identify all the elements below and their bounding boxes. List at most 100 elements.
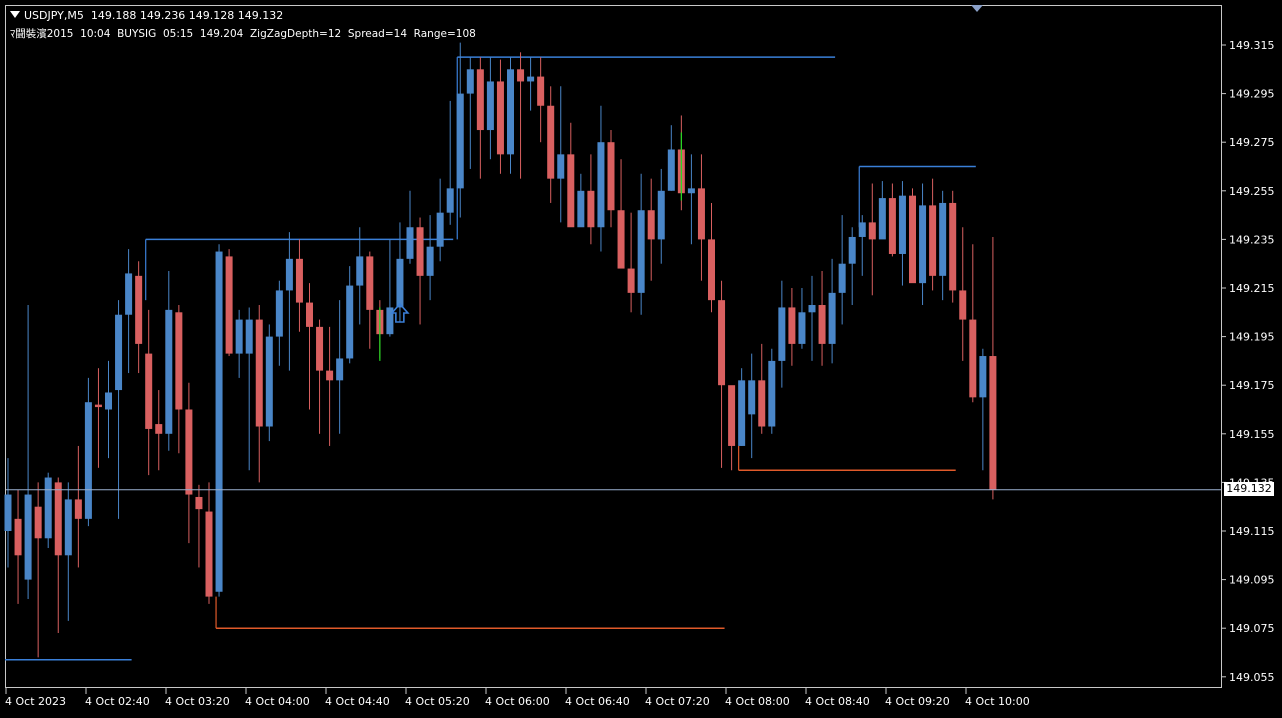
candle <box>818 270 826 366</box>
candle-body <box>527 76 535 82</box>
candle-body <box>798 312 806 344</box>
candle <box>105 360 112 459</box>
candle-body <box>265 336 273 427</box>
candle-body <box>818 305 826 344</box>
candle-body <box>748 380 756 415</box>
time-tick-label: 4 Oct 04:40 <box>325 695 390 708</box>
time-axis: 4 Oct 2023 4 Oct 02:40 4 Oct 03:20 4 Oct 04… <box>5 688 1030 708</box>
candle-body <box>858 222 866 237</box>
candle-body <box>567 154 575 228</box>
price-tick-label: 149.215 <box>1229 282 1275 295</box>
candle <box>647 178 655 281</box>
candle-body <box>838 263 846 293</box>
candle <box>175 305 183 454</box>
candle <box>718 280 726 468</box>
price-tick-label: 149.275 <box>1229 136 1275 149</box>
candle <box>738 368 746 446</box>
time-tick-label: 4 Oct 10:00 <box>965 695 1030 708</box>
candle-body <box>446 188 454 213</box>
candle <box>165 270 173 451</box>
price-tick-label: 149.315 <box>1229 39 1275 52</box>
candle <box>115 300 123 519</box>
time-tick-label: 4 Oct 06:40 <box>565 695 630 708</box>
candle-body <box>969 319 977 398</box>
candle-body <box>125 273 133 315</box>
time-tick-label: 4 Oct 05:20 <box>405 695 470 708</box>
signals-layer <box>379 132 682 361</box>
candles-layer <box>4 42 997 658</box>
candle-body <box>557 154 565 179</box>
time-tick-label: 4 Oct 02:40 <box>85 695 150 708</box>
candle <box>245 307 253 471</box>
price-tick-label: 149.235 <box>1229 233 1275 246</box>
candle-body <box>456 93 464 189</box>
candle <box>295 239 303 332</box>
chart-shift-marker-icon[interactable] <box>971 5 983 12</box>
candle-body <box>778 307 786 361</box>
collapse-triangle-icon[interactable] <box>10 11 20 18</box>
candle-body <box>366 256 374 310</box>
candle <box>808 275 816 361</box>
candle <box>255 305 263 483</box>
candle <box>54 477 62 634</box>
candle <box>135 261 143 374</box>
candle-body <box>285 258 293 291</box>
candle <box>878 181 886 240</box>
candle-body <box>959 290 967 320</box>
candlestick-chart[interactable]: 149.315 149.295 149.275 149.255 149.235 149.2… <box>0 0 1282 718</box>
candle-body <box>547 105 555 179</box>
candle <box>416 217 424 325</box>
candle-body <box>708 239 715 301</box>
candle-body <box>476 69 484 131</box>
candle <box>44 472 52 549</box>
candle-body <box>517 69 525 82</box>
candle-body <box>326 370 334 381</box>
candle <box>285 232 293 371</box>
candle <box>185 382 193 544</box>
time-tick-label: 4 Oct 09:20 <box>885 695 950 708</box>
candle <box>728 385 736 471</box>
candle <box>316 319 324 434</box>
candle-body <box>848 236 856 264</box>
time-tick-label: 4 Oct 07:20 <box>645 695 710 708</box>
candle-body <box>346 285 354 359</box>
candle-body <box>537 76 545 106</box>
candle <box>909 188 916 284</box>
candle <box>597 105 605 252</box>
candle-body <box>24 494 32 580</box>
candle <box>768 348 776 434</box>
candle <box>567 122 575 228</box>
candle <box>617 159 625 269</box>
candle-body <box>486 81 494 131</box>
candle <box>527 57 535 111</box>
time-tick-label: 4 Oct 03:20 <box>165 695 230 708</box>
candle <box>496 59 504 174</box>
candle <box>34 482 42 658</box>
price-tick-label: 149.295 <box>1229 88 1275 101</box>
candle <box>657 168 665 264</box>
candle-body <box>617 210 625 269</box>
candle-body <box>929 205 937 276</box>
candle <box>577 173 585 228</box>
candle <box>306 283 313 410</box>
candle-body <box>687 188 695 194</box>
candle <box>4 458 12 568</box>
candle-body <box>697 188 705 240</box>
candle-body <box>507 69 514 155</box>
candle <box>225 249 233 357</box>
candle <box>627 212 635 313</box>
candle-body <box>989 356 997 490</box>
candle-body <box>979 356 987 398</box>
candle-body <box>215 251 223 592</box>
candle <box>14 489 22 604</box>
candle-body <box>919 205 927 284</box>
candle <box>607 130 615 228</box>
candle-body <box>235 319 243 354</box>
candle <box>898 181 906 286</box>
candle-body <box>145 353 153 429</box>
price-tick-label: 149.095 <box>1229 574 1275 587</box>
candle-body <box>657 190 665 240</box>
price-tick-label: 149.255 <box>1229 185 1275 198</box>
candle <box>215 244 223 597</box>
candle <box>537 57 545 143</box>
